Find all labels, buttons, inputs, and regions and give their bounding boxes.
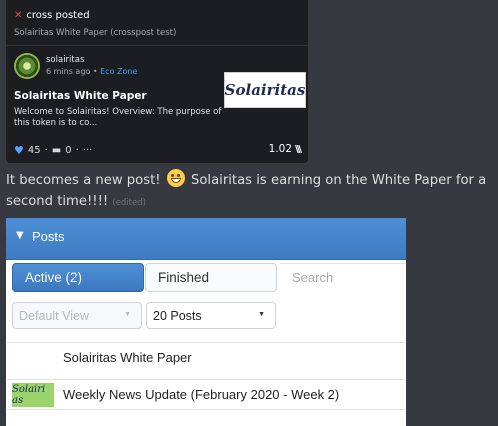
meta-separator: • bbox=[92, 67, 98, 76]
tab-active[interactable]: Active (2) bbox=[12, 263, 144, 292]
post-meta: 6 mins ago • Eco Zone bbox=[46, 67, 137, 76]
tab-finished[interactable]: Finished bbox=[145, 263, 277, 292]
list-item[interactable]: Solairitas White Paper bbox=[7, 342, 405, 372]
coin-icon: \\\ bbox=[295, 143, 302, 155]
posts-title: Posts bbox=[32, 229, 65, 244]
payout-value: 1.02 bbox=[268, 143, 293, 155]
stat-dot: · bbox=[75, 145, 79, 156]
post-stats: ♥ 45 · ▬ 0 · ··· bbox=[14, 144, 92, 157]
crosspost-icon: ✕ bbox=[14, 9, 23, 21]
message-part-1: It becomes a new post! bbox=[6, 173, 161, 188]
community-link[interactable]: Eco Zone bbox=[100, 67, 137, 76]
more-options[interactable]: ··· bbox=[83, 145, 93, 156]
posts-panel-image[interactable]: ▼ Posts Active (2) Finished Search Defau… bbox=[6, 218, 406, 426]
count-select[interactable]: 20 Posts ▼ bbox=[146, 302, 276, 329]
list-item-title: Weekly News Update (February 2020 - Week… bbox=[63, 387, 340, 402]
crosspost-card[interactable]: ✕ cross posted Solairitas White Paper (c… bbox=[6, 0, 308, 163]
comments-count: 0 bbox=[65, 145, 72, 156]
collapse-triangle-icon[interactable]: ▼ bbox=[16, 230, 24, 241]
author-avatar[interactable] bbox=[14, 53, 40, 79]
search-placeholder: Search bbox=[292, 270, 334, 285]
post-time: 6 mins ago bbox=[46, 67, 91, 76]
post-title[interactable]: Solairitas White Paper bbox=[14, 90, 147, 102]
stat-dot: · bbox=[44, 145, 48, 156]
list-divider bbox=[7, 409, 405, 426]
edited-label: (edited) bbox=[112, 198, 146, 208]
thumbnail-logo-text: Solairi as bbox=[12, 384, 46, 406]
likes-count: 45 bbox=[27, 145, 41, 156]
list-item[interactable]: Solairi as Weekly News Update (February … bbox=[7, 379, 405, 409]
posts-header[interactable]: ▼ Posts bbox=[6, 218, 406, 260]
author-name[interactable]: solairitas bbox=[46, 55, 84, 65]
list-item-thumbnail: Solairi as bbox=[12, 383, 54, 407]
comment-icon[interactable]: ▬ bbox=[52, 145, 61, 156]
crosspost-label: cross posted bbox=[26, 10, 90, 21]
list-item-title: Solairitas White Paper bbox=[63, 350, 192, 365]
tab-finished-label: Finished bbox=[158, 270, 210, 285]
divider bbox=[6, 45, 308, 46]
grinning-face-emoji bbox=[166, 169, 185, 187]
dropdown-caret-icon: ▼ bbox=[258, 311, 265, 318]
post-excerpt[interactable]: Welcome to Solairitas! Overview: The pur… bbox=[14, 107, 224, 129]
view-select-value: Default View bbox=[19, 308, 89, 323]
payout[interactable]: 1.02 \\\ bbox=[268, 143, 302, 155]
crosspost-subtitle: Solairitas White Paper (crosspost test) bbox=[14, 28, 177, 38]
count-select-value: 20 Posts bbox=[153, 308, 202, 323]
thumbnail-logo-text: Solairitas bbox=[224, 81, 306, 99]
crosspost-header: ✕ cross posted bbox=[14, 10, 90, 21]
post-thumbnail[interactable]: Solairitas bbox=[224, 72, 306, 108]
search-input[interactable]: Search bbox=[280, 263, 406, 292]
view-select[interactable]: Default View ▼ bbox=[12, 302, 142, 329]
tab-active-label: Active (2) bbox=[25, 270, 83, 285]
heart-icon[interactable]: ♥ bbox=[14, 144, 24, 157]
message-text: It becomes a new post! Solairitas is ear… bbox=[6, 169, 496, 214]
dropdown-caret-icon: ▼ bbox=[124, 311, 131, 318]
